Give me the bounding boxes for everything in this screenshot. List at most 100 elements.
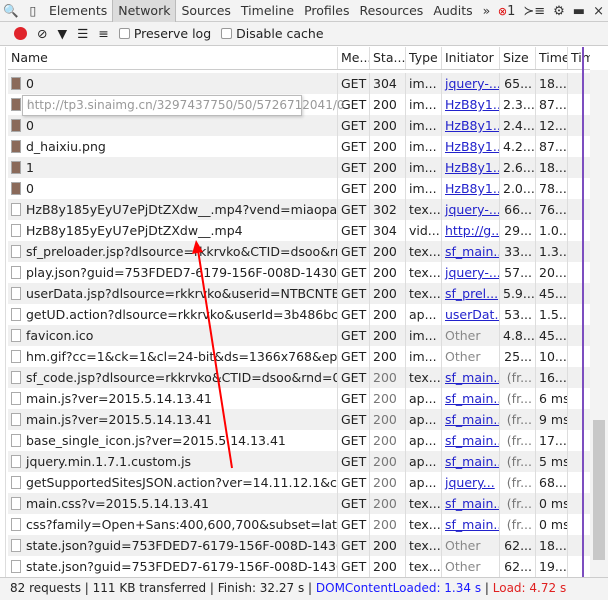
- request-row[interactable]: play.json?guid=753FDED7-6179-156F-008D-1…: [8, 262, 590, 283]
- initiator[interactable]: sf_prel...: [442, 283, 500, 304]
- dock-icon[interactable]: ▬: [573, 4, 585, 19]
- request-name[interactable]: main.css?v=2015.5.14.13.41: [8, 493, 338, 514]
- request-row[interactable]: HzB8y185yEyU7ePjDtZXdw__.mp4 GET 304 vid...…: [8, 220, 590, 241]
- request-name[interactable]: HzB8y185yEyU7ePjDtZXdw__.mp4?vend=miaopa…: [8, 199, 338, 220]
- more-tabs-button[interactable]: »: [478, 0, 496, 22]
- col-type[interactable]: Type: [406, 47, 442, 69]
- initiator[interactable]: jquery-...: [442, 262, 500, 283]
- tab-network[interactable]: Network: [112, 0, 177, 22]
- initiator[interactable]: jquery-...: [442, 199, 500, 220]
- request-name[interactable]: 1: [8, 157, 338, 178]
- request-row[interactable]: main.css?v=2015.5.14.13.41 GET 200 tex... sf…: [8, 493, 590, 514]
- record-button[interactable]: [14, 27, 27, 40]
- close-icon[interactable]: ×: [593, 4, 604, 19]
- request-name[interactable]: getUD.action?dlsource=rkkrvko&userId=3b4…: [8, 304, 338, 325]
- request-name[interactable]: HzB8y185yEyU7ePjDtZXdw__.mp4: [8, 220, 338, 241]
- initiator[interactable]: Other: [442, 556, 500, 577]
- large-rows-icon[interactable]: ☰: [77, 26, 88, 41]
- request-row[interactable]: css?family=Open+Sans:400,600,700&subset=…: [8, 514, 590, 535]
- request-row[interactable]: 0 GET 200 im... HzB8y1... 2.0... 78...: [8, 178, 590, 199]
- initiator[interactable]: jquery-...: [442, 73, 500, 94]
- request-name[interactable]: main.js?ver=2015.5.14.13.41: [8, 409, 338, 430]
- request-row[interactable]: main.js?ver=2015.5.14.13.41 GET 200 ap... sf…: [8, 409, 590, 430]
- request-row[interactable]: state.json?guid=753FDED7-6179-156F-008D-…: [8, 556, 590, 577]
- tab-timeline[interactable]: Timeline: [236, 0, 299, 22]
- initiator[interactable]: sf_main...: [442, 430, 500, 451]
- request-name[interactable]: state.json?guid=753FDED7-6179-156F-008D-…: [8, 556, 338, 577]
- request-name[interactable]: main.js?ver=2015.5.14.13.41: [8, 388, 338, 409]
- request-name[interactable]: 0: [8, 73, 338, 94]
- initiator[interactable]: Other: [442, 325, 500, 346]
- request-row[interactable]: 0 GET 200 im... HzB8y1... 2.4... 12...: [8, 115, 590, 136]
- device-mode-icon[interactable]: ▯: [22, 3, 44, 18]
- initiator[interactable]: jquery...: [442, 472, 500, 493]
- initiator[interactable]: HzB8y1...: [442, 136, 500, 157]
- request-row[interactable]: main.js?ver=2015.5.14.13.41 GET 200 ap... sf…: [8, 388, 590, 409]
- tab-resources[interactable]: Resources: [354, 0, 428, 22]
- initiator[interactable]: sf_main...: [442, 493, 500, 514]
- request-row[interactable]: favicon.ico GET 200 im... Other 4.8... 45...: [8, 325, 590, 346]
- initiator[interactable]: HzB8y1...: [442, 178, 500, 199]
- request-name[interactable]: css?family=Open+Sans:400,600,700&subset=…: [8, 514, 338, 535]
- request-row[interactable]: base_single_icon.js?ver=2015.5.14.13.41 G…: [8, 430, 590, 451]
- request-row[interactable]: 1 GET 200 im... HzB8y1... 2.6... 18...: [8, 157, 590, 178]
- request-name[interactable]: jquery.min.1.7.1.custom.js: [8, 451, 338, 472]
- initiator[interactable]: http://g...: [442, 220, 500, 241]
- error-counter[interactable]: ⊗1: [498, 4, 516, 19]
- request-name[interactable]: favicon.ico: [8, 325, 338, 346]
- initiator[interactable]: sf_main...: [442, 514, 500, 535]
- scrollbar-thumb[interactable]: [593, 420, 605, 560]
- filter-icon[interactable]: ▼: [57, 26, 67, 41]
- initiator[interactable]: HzB8y1...: [442, 115, 500, 136]
- console-drawer-icon[interactable]: ≻≡: [523, 4, 545, 19]
- col-size[interactable]: Size: [500, 47, 536, 69]
- request-row[interactable]: sf_code.jsp?dlsource=rkkrvko&CTID=dsoo&r…: [8, 367, 590, 388]
- request-name[interactable]: sf_preloader.jsp?dlsource=rkkrvko&CTID=d…: [8, 241, 338, 262]
- initiator[interactable]: Other: [442, 346, 500, 367]
- initiator[interactable]: userDat...: [442, 304, 500, 325]
- clear-icon[interactable]: ⊘: [37, 26, 47, 41]
- request-name[interactable]: d_haixiu.png: [8, 136, 338, 157]
- search-icon[interactable]: 🔍: [0, 3, 22, 19]
- request-name[interactable]: state.json?guid=753FDED7-6179-156F-008D-…: [8, 535, 338, 556]
- disable-cache-checkbox[interactable]: Disable cache: [221, 26, 324, 41]
- col-initiator[interactable]: Initiator: [442, 47, 500, 69]
- request-name[interactable]: base_single_icon.js?ver=2015.5.14.13.41: [8, 430, 338, 451]
- overview-icon[interactable]: ≡: [98, 26, 108, 41]
- request-name[interactable]: 0: [8, 115, 338, 136]
- col-method[interactable]: Me...: [338, 47, 370, 69]
- request-row[interactable]: jquery.min.1.7.1.custom.js GET 200 ap... sf_…: [8, 451, 590, 472]
- preserve-log-checkbox[interactable]: Preserve log: [118, 26, 211, 41]
- request-name[interactable]: hm.gif?cc=1&ck=1&cl=24-bit&ds=1366x768&e…: [8, 346, 338, 367]
- request-row[interactable]: state.json?guid=753FDED7-6179-156F-008D-…: [8, 535, 590, 556]
- initiator[interactable]: sf_main...: [442, 241, 500, 262]
- request-row[interactable]: 0 GET 304 im... jquery-... 65... 18...: [8, 73, 590, 94]
- request-row[interactable]: sf_preloader.jsp?dlsource=rkkrvko&CTID=d…: [8, 241, 590, 262]
- request-name[interactable]: play.json?guid=753FDED7-6179-156F-008D-1…: [8, 262, 338, 283]
- initiator[interactable]: sf_main...: [442, 451, 500, 472]
- initiator[interactable]: sf_main...: [442, 388, 500, 409]
- initiator[interactable]: Other: [442, 535, 500, 556]
- col-status[interactable]: Sta...: [370, 47, 406, 69]
- request-name[interactable]: userData.jsp?dlsource=rkkrvko&userid=NTB…: [8, 283, 338, 304]
- request-name[interactable]: sf_code.jsp?dlsource=rkkrvko&CTID=dsoo&r…: [8, 367, 338, 388]
- col-name[interactable]: Name: [8, 47, 338, 69]
- scrollbar[interactable]: [590, 70, 608, 577]
- initiator[interactable]: sf_main...: [442, 409, 500, 430]
- request-row[interactable]: HzB8y185yEyU7ePjDtZXdw__.mp4?vend=miaopa…: [8, 199, 590, 220]
- request-row[interactable]: userData.jsp?dlsource=rkkrvko&userid=NTB…: [8, 283, 590, 304]
- request-row[interactable]: d_haixiu.png GET 200 im... HzB8y1... 4.2... 87…: [8, 136, 590, 157]
- request-row[interactable]: getUD.action?dlsource=rkkrvko&userId=3b4…: [8, 304, 590, 325]
- tab-sources[interactable]: Sources: [176, 0, 235, 22]
- request-row[interactable]: getSupportedSitesJSON.action?ver=14.11.1…: [8, 472, 590, 493]
- initiator[interactable]: HzB8y1...: [442, 157, 500, 178]
- initiator[interactable]: sf_main...: [442, 367, 500, 388]
- tab-audits[interactable]: Audits: [428, 0, 477, 22]
- col-timeline[interactable]: Tim: [568, 47, 590, 69]
- tab-profiles[interactable]: Profiles: [299, 0, 354, 22]
- tab-elements[interactable]: Elements: [44, 0, 112, 22]
- gear-icon[interactable]: ⚙: [553, 4, 565, 19]
- request-row[interactable]: hm.gif?cc=1&ck=1&cl=24-bit&ds=1366x768&e…: [8, 346, 590, 367]
- request-name[interactable]: 0: [8, 178, 338, 199]
- initiator[interactable]: HzB8y1...: [442, 94, 500, 115]
